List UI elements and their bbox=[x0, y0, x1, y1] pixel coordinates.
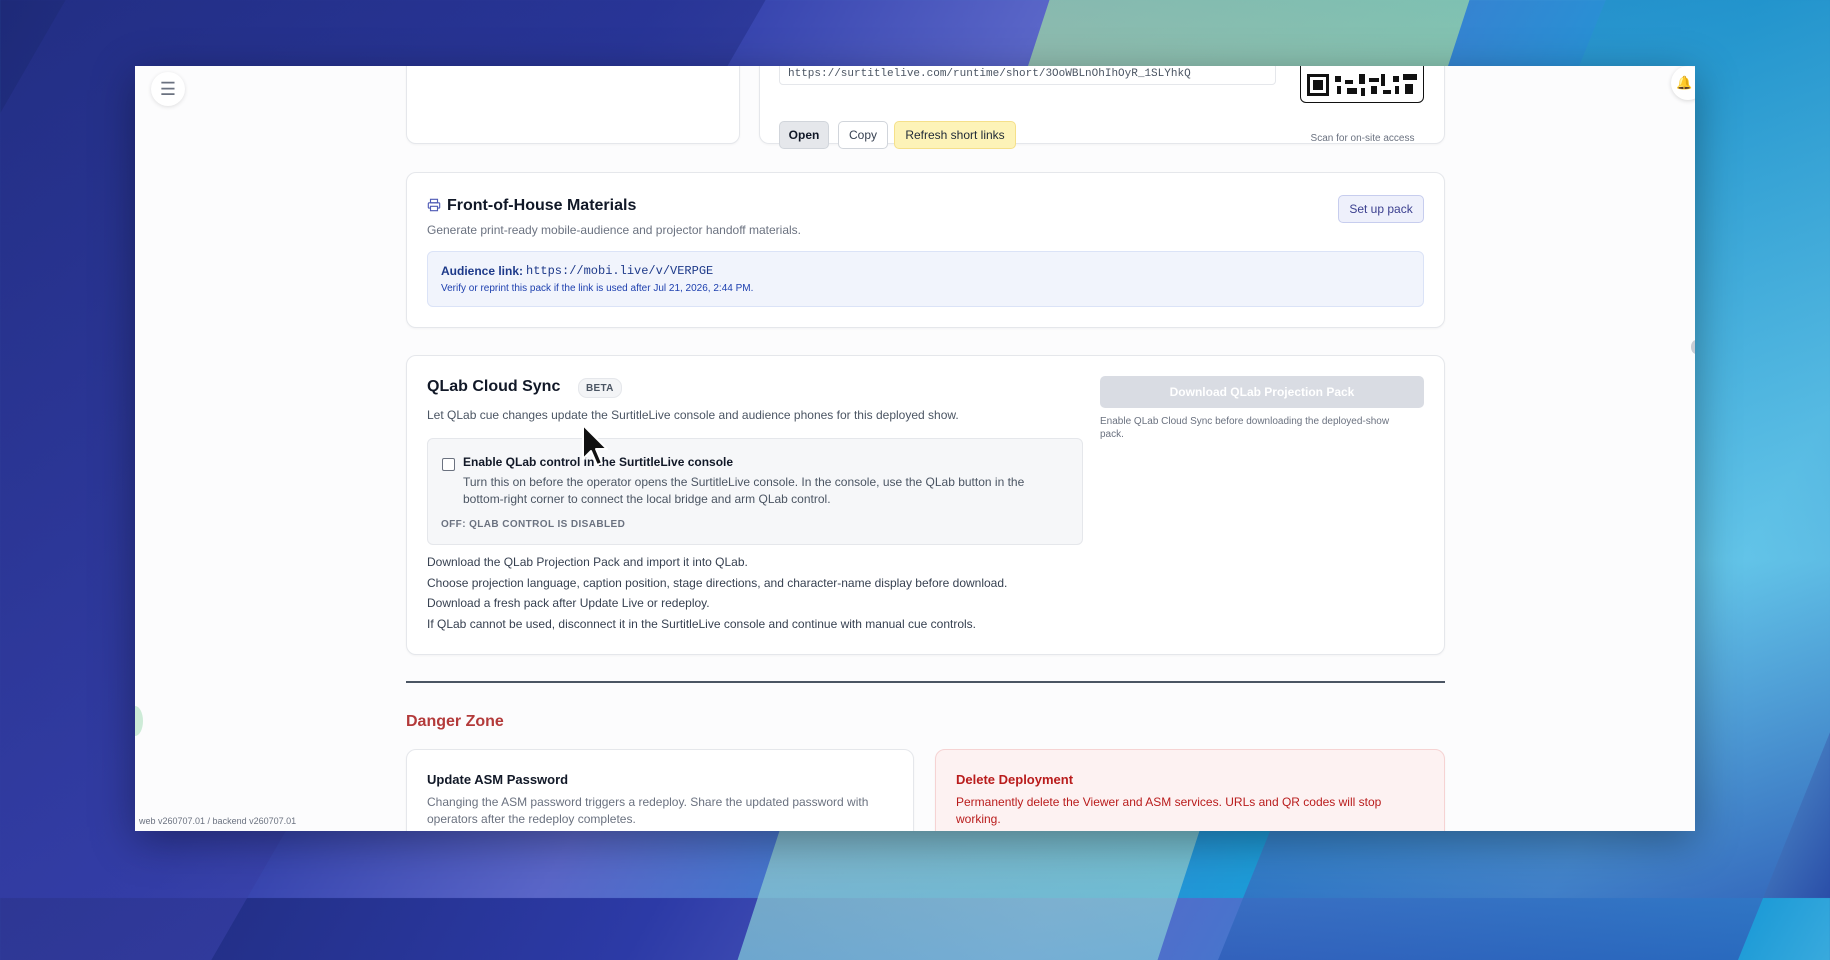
deployment-info-card bbox=[406, 66, 740, 144]
qlab-steps-list: Download the QLab Projection Pack and im… bbox=[427, 555, 1007, 637]
section-title: QLab Cloud Sync bbox=[427, 378, 561, 395]
card-title: Update ASM Password bbox=[427, 772, 569, 787]
printer-icon bbox=[427, 198, 441, 212]
scroll-indicator bbox=[1691, 340, 1695, 354]
audience-link-note: Verify or reprint this pack if the link … bbox=[441, 283, 754, 294]
refresh-short-links-button[interactable]: Refresh short links bbox=[894, 121, 1016, 149]
update-asm-password-card: Update ASM Password Changing the ASM pas… bbox=[406, 749, 914, 831]
enable-qlab-description: Turn this on before the operator opens t… bbox=[463, 475, 1025, 506]
card-description: Changing the ASM password triggers a red… bbox=[427, 795, 869, 826]
menu-button[interactable]: ☰ bbox=[151, 72, 185, 106]
section-divider bbox=[406, 681, 1445, 683]
section-subtitle: Generate print-ready mobile-audience and… bbox=[427, 223, 801, 237]
audience-link-url[interactable]: https://mobi.live/v/VERPGE bbox=[526, 264, 713, 278]
section-title: Front-of-House Materials bbox=[447, 197, 637, 214]
enable-qlab-checkbox[interactable] bbox=[442, 458, 455, 471]
browser-window: ☰ 🔔 https://surtitlelive.com/runtime/sho… bbox=[135, 66, 1695, 831]
download-qlab-pack-button[interactable]: Download QLab Projection Pack bbox=[1100, 376, 1424, 408]
qlab-status-text: OFF: QLAB CONTROL IS DISABLED bbox=[441, 519, 626, 530]
audience-link-box: Audience link: https://mobi.live/v/VERPG… bbox=[427, 251, 1424, 307]
list-item: If QLab cannot be used, disconnect it in… bbox=[427, 616, 976, 631]
card-description: Permanently delete the Viewer and ASM se… bbox=[956, 795, 1382, 826]
card-title: Delete Deployment bbox=[956, 772, 1074, 787]
beta-badge: BETA bbox=[578, 378, 622, 398]
qlab-cloud-sync-card: QLab Cloud Sync BETA Let QLab cue change… bbox=[406, 355, 1445, 655]
download-note: Enable QLab Cloud Sync before downloadin… bbox=[1100, 416, 1390, 440]
front-of-house-card: Front-of-House Materials Generate print-… bbox=[406, 172, 1445, 328]
qr-code bbox=[1300, 66, 1424, 103]
set-up-pack-button[interactable]: Set up pack bbox=[1338, 195, 1424, 223]
qr-caption: Scan for on-site access bbox=[1310, 133, 1415, 144]
list-item: Download a fresh pack after Update Live … bbox=[427, 596, 710, 611]
copy-button[interactable]: Copy bbox=[838, 121, 888, 149]
qlab-control-box: Enable QLab control in the SurtitleLive … bbox=[427, 438, 1083, 545]
list-item: Choose projection language, caption posi… bbox=[427, 575, 1008, 590]
audience-link-label: Audience link: bbox=[441, 264, 524, 278]
open-button[interactable]: Open bbox=[779, 121, 829, 149]
short-link-card: https://surtitlelive.com/runtime/short/3… bbox=[759, 66, 1445, 149]
notifications-button[interactable]: 🔔 bbox=[1671, 66, 1695, 100]
delete-deployment-card: Delete Deployment Permanently delete the… bbox=[935, 749, 1445, 831]
section-subtitle: Let QLab cue changes update the Surtitle… bbox=[427, 408, 959, 422]
bell-icon: 🔔 bbox=[1676, 75, 1693, 90]
version-label: web v260707.01 / backend v260707.01 bbox=[139, 816, 297, 826]
list-item: Download the QLab Projection Pack and im… bbox=[427, 555, 748, 569]
status-indicator bbox=[135, 706, 143, 736]
mouse-cursor bbox=[582, 424, 608, 466]
danger-zone-title: Danger Zone bbox=[406, 713, 504, 730]
menu-icon: ☰ bbox=[159, 78, 177, 99]
short-url-field[interactable]: https://surtitlelive.com/runtime/short/3… bbox=[779, 66, 1276, 85]
